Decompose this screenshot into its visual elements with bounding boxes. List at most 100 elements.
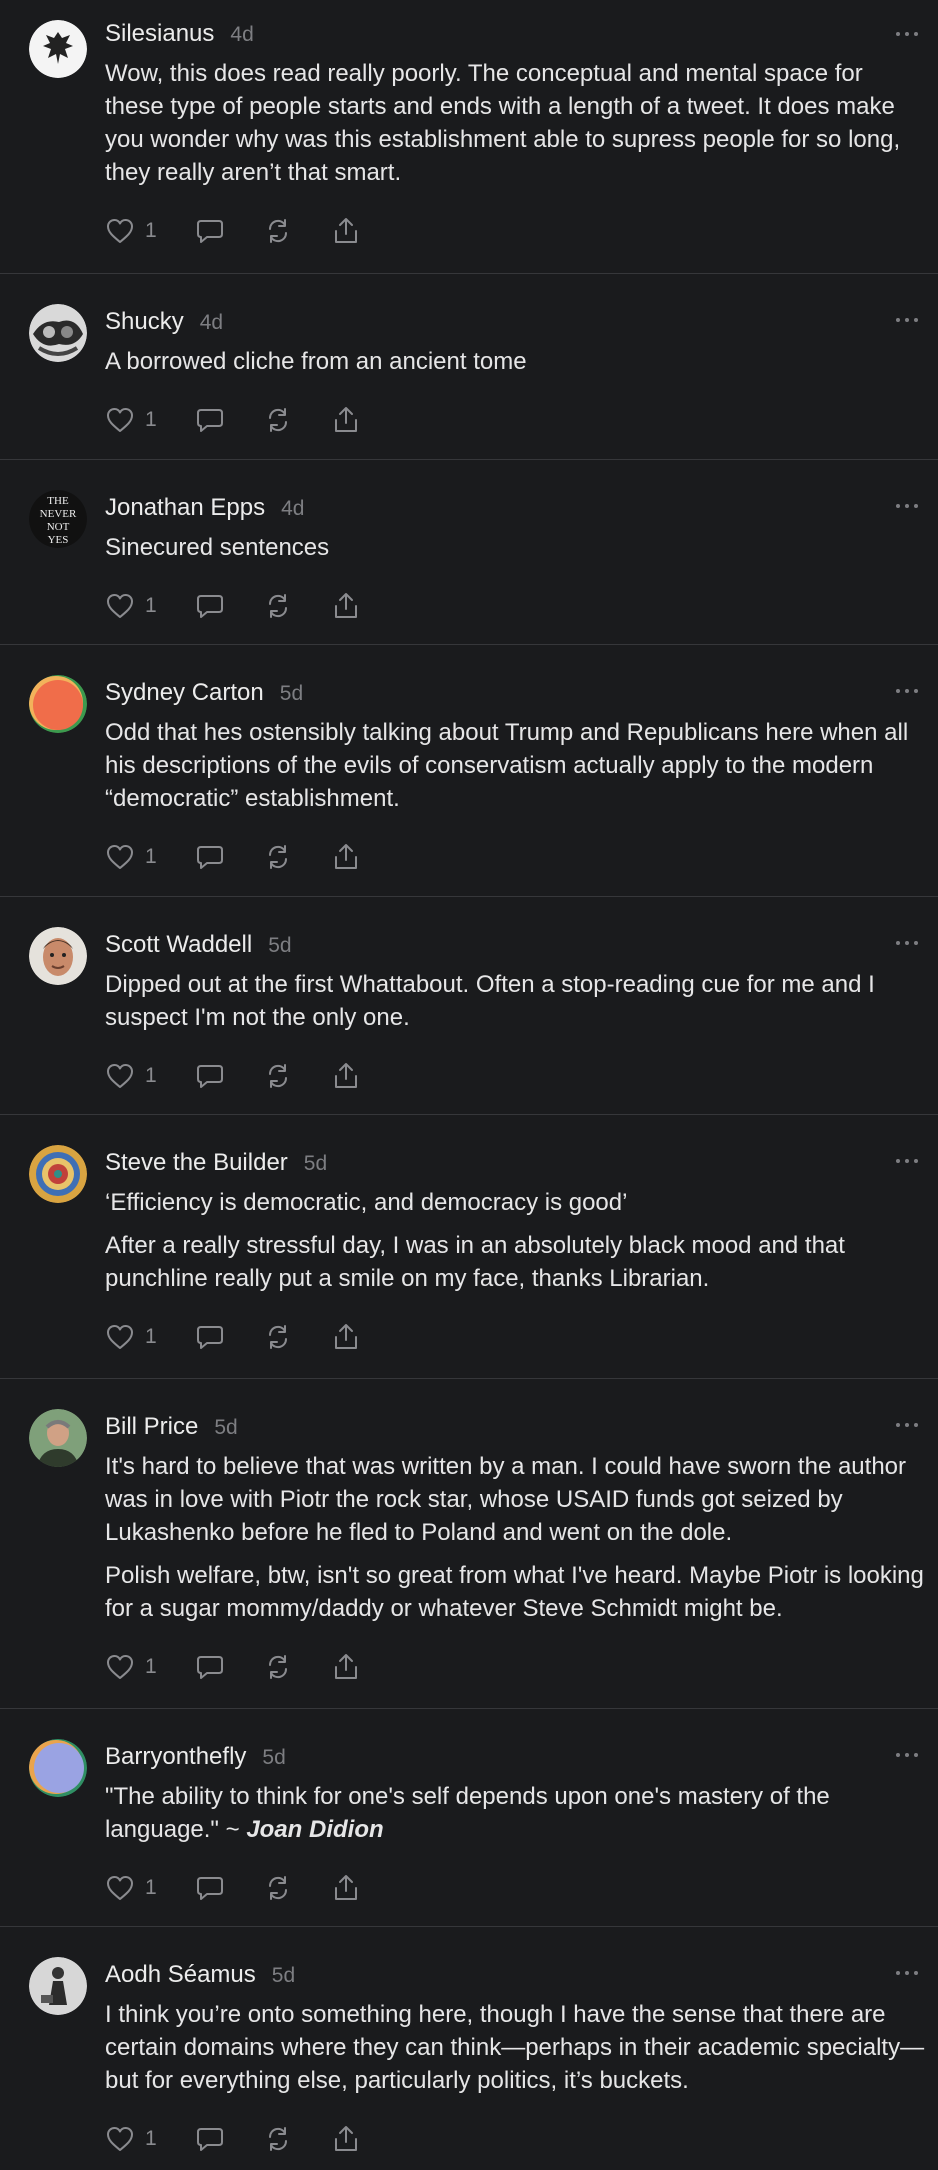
reply-button[interactable] [195,2124,225,2154]
share-button[interactable] [331,842,361,872]
like-button[interactable]: 1 [105,842,157,872]
user-avatar[interactable] [29,1145,87,1203]
share-button[interactable] [331,405,361,435]
comment-bubble-icon [196,1326,223,1349]
comment-actions: 1 [105,586,926,626]
comment-body: Sinecured sentences [105,531,926,564]
like-button[interactable]: 1 [105,405,157,435]
timestamp[interactable]: 4d [200,311,223,335]
share-button[interactable] [331,1061,361,1091]
like-button[interactable]: 1 [105,1873,157,1903]
like-count: 1 [145,845,157,868]
comment-header: Aodh Séamus 5d [105,1961,926,1995]
reply-button[interactable] [195,1322,225,1352]
reply-button[interactable] [195,1873,225,1903]
ellipsis-icon[interactable] [892,1963,922,1983]
like-count: 1 [145,1325,157,1348]
timestamp[interactable]: 5d [272,1964,295,1988]
restack-button[interactable] [263,1322,293,1352]
reply-button[interactable] [195,216,225,246]
comment-header: Scott Waddell 5d [105,931,926,965]
quote-author: Joan Didion [246,1816,384,1843]
author-name[interactable]: Scott Waddell [105,931,252,959]
author-name[interactable]: Bill Price [105,1413,198,1441]
comment-actions: 1 [105,1647,926,1687]
comment: Shucky 4d A borrowed cliche from an anci… [0,273,938,459]
timestamp[interactable]: 5d [280,682,303,706]
user-avatar[interactable] [29,927,87,985]
share-button[interactable] [331,1873,361,1903]
reply-button[interactable] [195,1061,225,1091]
share-icon [334,218,357,243]
author-name[interactable]: Aodh Séamus [105,1961,256,1989]
comment-body: A borrowed cliche from an ancient tome [105,345,926,378]
comment: Bill Price 5d It's hard to believe that … [0,1378,938,1708]
svg-text:THE: THE [47,495,69,507]
share-button[interactable] [331,591,361,621]
like-button[interactable]: 1 [105,591,157,621]
comment-actions: 1 [105,1056,926,1096]
share-button[interactable] [331,1652,361,1682]
share-button[interactable] [331,1322,361,1352]
restack-icon [268,2127,287,2151]
user-avatar[interactable] [29,675,87,733]
timestamp[interactable]: 5d [268,934,291,958]
author-name[interactable]: Steve the Builder [105,1149,288,1177]
author-name[interactable]: Barryonthefly [105,1743,246,1771]
timestamp[interactable]: 5d [262,1746,285,1770]
ellipsis-icon[interactable] [892,681,922,701]
restack-button[interactable] [263,1061,293,1091]
restack-button[interactable] [263,2124,293,2154]
user-avatar[interactable]: THE NEVER NOT YES [29,490,87,548]
like-button[interactable]: 1 [105,2124,157,2154]
restack-button[interactable] [263,405,293,435]
timestamp[interactable]: 4d [281,497,304,521]
comment-body: Wow, this does read really poorly. The c… [105,57,926,189]
share-button[interactable] [331,216,361,246]
restack-button[interactable] [263,216,293,246]
like-button[interactable]: 1 [105,216,157,246]
like-button[interactable]: 1 [105,1652,157,1682]
comment-actions: 1 [105,1317,926,1357]
share-button[interactable] [331,2124,361,2154]
author-name[interactable]: Sydney Carton [105,679,264,707]
ellipsis-icon[interactable] [892,933,922,953]
user-avatar[interactable] [29,1409,87,1467]
reply-button[interactable] [195,1652,225,1682]
ellipsis-icon[interactable] [892,1745,922,1765]
comment-bubble-icon [196,1065,223,1088]
share-icon [334,1063,357,1088]
reply-button[interactable] [195,591,225,621]
ellipsis-icon[interactable] [892,1151,922,1171]
ellipsis-icon[interactable] [892,496,922,516]
ellipsis-icon[interactable] [892,24,922,44]
comment-header: Shucky 4d [105,308,926,342]
reply-button[interactable] [195,842,225,872]
user-avatar[interactable] [29,20,87,78]
author-name[interactable]: Silesianus [105,20,214,48]
restack-button[interactable] [263,842,293,872]
user-avatar[interactable] [29,1739,87,1797]
restack-icon [268,1655,287,1679]
comment-actions: 1 [105,2119,926,2159]
timestamp[interactable]: 5d [304,1152,327,1176]
user-avatar[interactable] [29,1957,87,2015]
restack-button[interactable] [263,1652,293,1682]
reply-button[interactable] [195,405,225,435]
author-name[interactable]: Jonathan Epps [105,494,265,522]
ellipsis-icon[interactable] [892,310,922,330]
comment-bubble-icon [196,220,223,243]
restack-button[interactable] [263,591,293,621]
like-button[interactable]: 1 [105,1061,157,1091]
heart-icon [107,1655,133,1679]
author-name[interactable]: Shucky [105,308,184,336]
restack-button[interactable] [263,1873,293,1903]
timestamp[interactable]: 4d [230,23,253,47]
comment-header: Silesianus 4d [105,20,926,54]
timestamp[interactable]: 5d [214,1416,237,1440]
share-icon [334,1654,357,1679]
restack-icon [268,1325,287,1349]
like-button[interactable]: 1 [105,1322,157,1352]
user-avatar[interactable] [29,304,87,362]
ellipsis-icon[interactable] [892,1415,922,1435]
